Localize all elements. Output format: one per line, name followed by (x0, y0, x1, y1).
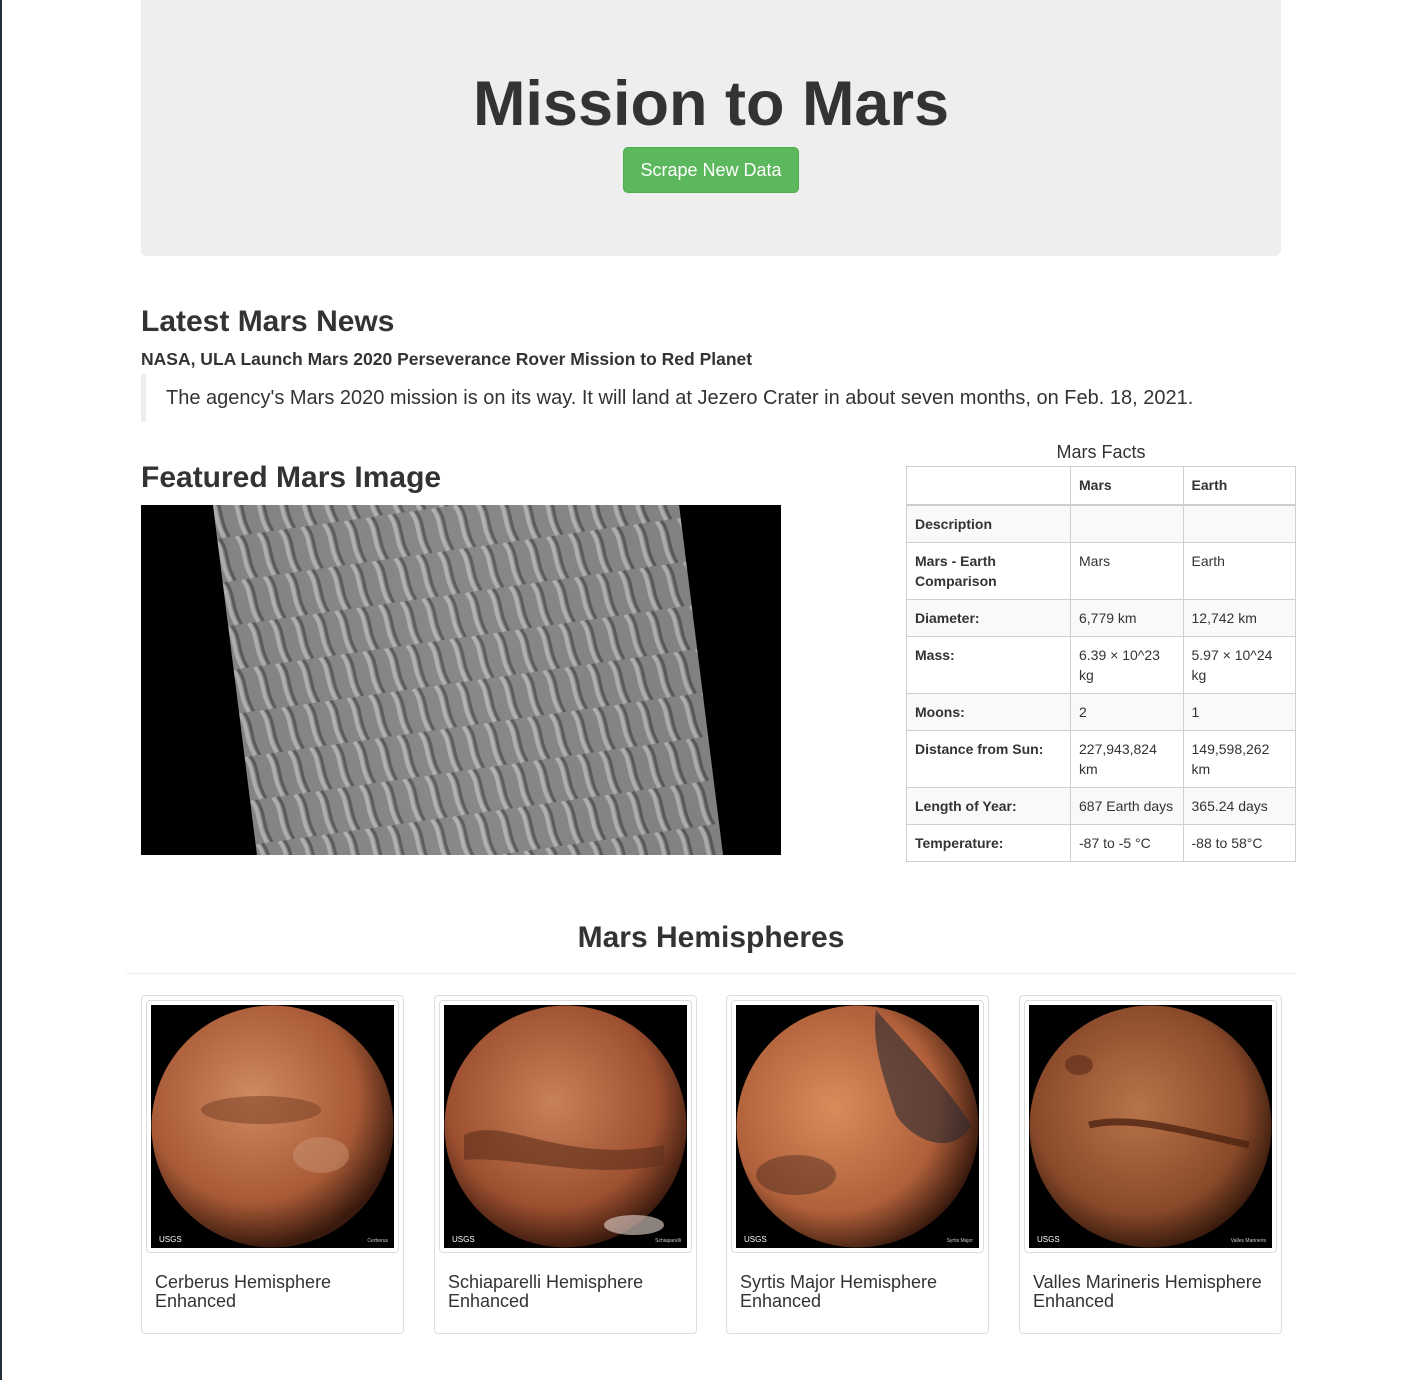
mars-value: 687 Earth days (1070, 786, 1184, 825)
usgs-logo: USGS (744, 1235, 767, 1244)
image-caption: Valles Marineris (1231, 1238, 1267, 1244)
usgs-logo: USGS (159, 1235, 182, 1244)
hemisphere-card-cerberus: USGS Cerberus Cerberus Hemisphere Enhanc… (141, 995, 404, 1334)
row-label: Diameter: (906, 598, 1071, 637)
mars-value: 2 (1070, 692, 1184, 731)
mars-facts-table: Mars Earth Description Mars - Earth Comp… (906, 466, 1296, 862)
scrape-new-data-button[interactable]: Scrape New Data (623, 147, 799, 193)
earth-value: 149,598,262 km (1182, 729, 1296, 788)
table-row: Mars - Earth Comparison Mars Earth (906, 541, 1296, 600)
mars-value (1070, 504, 1184, 543)
table-row: Mass: 6.39 × 10^23 kg 5.97 × 10^24 kg (906, 635, 1296, 694)
column-header (906, 466, 1071, 506)
usgs-logo: USGS (452, 1235, 475, 1244)
mars-value: Mars (1070, 541, 1184, 600)
latest-news-heading: Latest Mars News (141, 305, 395, 338)
row-label: Description (906, 504, 1071, 543)
row-label: Mass: (906, 635, 1071, 694)
featured-image-heading: Featured Mars Image (141, 461, 442, 494)
earth-value (1182, 504, 1296, 543)
mars-value: 227,943,824 km (1070, 729, 1184, 788)
image-caption: Syrtis Major (947, 1238, 974, 1244)
hemisphere-card-valles-marineris: USGS Valles Marineris Valles Marineris H… (1019, 995, 1282, 1334)
table-row: Description (906, 504, 1296, 543)
row-label: Mars - Earth Comparison (906, 541, 1071, 600)
earth-value: 1 (1182, 692, 1296, 731)
hemisphere-image-valles-marineris[interactable]: USGS Valles Marineris (1024, 1000, 1277, 1253)
hemisphere-card-schiaparelli: USGS Schiaparelli Schiaparelli Hemispher… (434, 995, 697, 1334)
hemisphere-title: Cerberus Hemisphere Enhanced (155, 1272, 332, 1311)
earth-value: 365.24 days (1182, 786, 1296, 825)
mars-value: -87 to -5 °C (1070, 823, 1184, 862)
hemisphere-image-cerberus[interactable]: USGS Cerberus (146, 1000, 399, 1253)
news-paragraph: The agency's Mars 2020 mission is on its… (141, 374, 1281, 422)
usgs-logo: USGS (1037, 1235, 1060, 1244)
column-header-mars: Mars (1070, 466, 1184, 506)
image-caption: Cerberus (367, 1238, 388, 1244)
row-label: Moons: (906, 692, 1071, 731)
hemisphere-card-syrtis-major: USGS Syrtis Major Syrtis Major Hemispher… (726, 995, 989, 1334)
table-header-row: Mars Earth (906, 466, 1296, 506)
hemisphere-title: Schiaparelli Hemisphere Enhanced (448, 1272, 644, 1311)
image-caption: Schiaparelli (655, 1238, 681, 1244)
row-label: Temperature: (906, 823, 1071, 862)
hemispheres-heading: Mars Hemispheres (577, 921, 845, 954)
hemisphere-title: Syrtis Major Hemisphere Enhanced (740, 1272, 938, 1311)
row-label: Distance from Sun: (906, 729, 1071, 788)
mars-value: 6.39 × 10^23 kg (1070, 635, 1184, 694)
table-row: Temperature: -87 to -5 °C -88 to 58°C (906, 823, 1296, 862)
hemisphere-title: Valles Marineris Hemisphere Enhanced (1033, 1272, 1262, 1311)
news-title: NASA, ULA Launch Mars 2020 Perseverance … (141, 349, 753, 369)
earth-value: -88 to 58°C (1182, 823, 1296, 862)
mars-facts-caption: Mars Facts (1056, 442, 1146, 462)
table-row: Moons: 2 1 (906, 692, 1296, 731)
mars-value: 6,779 km (1070, 598, 1184, 637)
divider (126, 973, 1296, 974)
hemisphere-image-schiaparelli[interactable]: USGS Schiaparelli (439, 1000, 692, 1253)
earth-value: Earth (1182, 541, 1296, 600)
earth-value: 5.97 × 10^24 kg (1182, 635, 1296, 694)
hemisphere-image-syrtis-major[interactable]: USGS Syrtis Major (731, 1000, 984, 1253)
table-row: Length of Year: 687 Earth days 365.24 da… (906, 786, 1296, 825)
row-label: Length of Year: (906, 786, 1071, 825)
column-header-earth: Earth (1182, 466, 1296, 506)
page-title: Mission to Mars (472, 69, 950, 139)
table-row: Distance from Sun: 227,943,824 km 149,59… (906, 729, 1296, 788)
earth-value: 12,742 km (1182, 598, 1296, 637)
featured-mars-image (141, 505, 781, 855)
table-row: Diameter: 6,779 km 12,742 km (906, 598, 1296, 637)
header-jumbotron: Mission to Mars Scrape New Data (141, 0, 1281, 256)
